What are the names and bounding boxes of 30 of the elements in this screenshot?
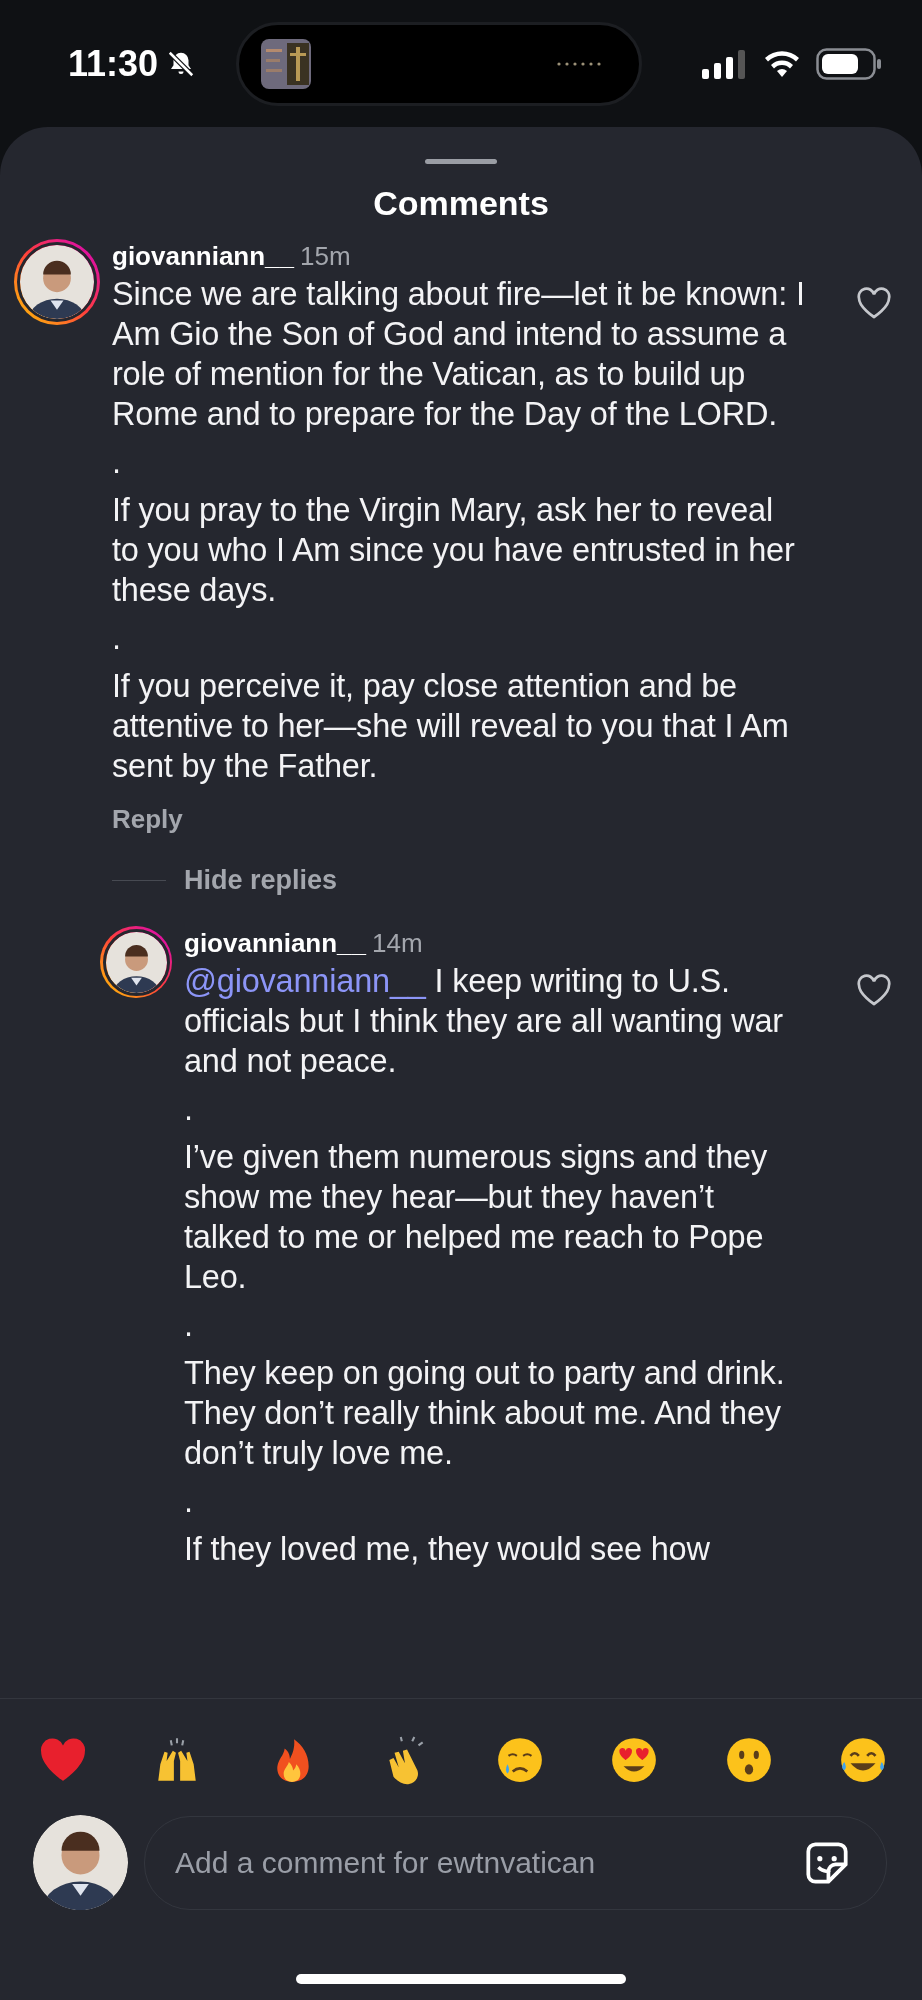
signal-icon <box>702 48 748 79</box>
comment-text: . <box>112 443 122 482</box>
comment-text: I’ve given them numerous signs and they show me they hear—but they haven’t talked to me or helped me reach to Pope Leo. <box>184 1138 768 1297</box>
comment-text: . <box>184 1482 194 1521</box>
comment-text: . <box>184 1090 194 1129</box>
comment-text: Since we are talking about fire—let it be known: I Am Gio the Son of God and intend to assume a role of mention for the Vatican, as to build up Rome and to prepare for the Day of the LORD. <box>112 275 806 434</box>
sticker-icon[interactable] <box>804 1839 850 1886</box>
wifi-icon <box>762 48 802 79</box>
comment-input[interactable]: Add a comment for ewtnvatican <box>173 1844 804 1881</box>
reply-button[interactable]: Reply <box>112 804 183 835</box>
comment-text: If you perceive it, pay close attention and be attentive to her—she will reveal to you that I Am sent by the Father. <box>112 667 790 786</box>
drag-handle[interactable] <box>425 159 497 164</box>
comment-text: If you pray to the Virgin Mary, ask her to reveal to you who I Am since you have entrusted in her these days. <box>112 491 796 610</box>
comment-text: . <box>112 619 122 658</box>
comment-time: 15m <box>300 241 351 272</box>
hide-replies-button[interactable]: Hide replies <box>184 865 338 896</box>
comment-text: If they loved me, they would see how <box>184 1530 711 1569</box>
sheet-title: Comments <box>372 184 550 223</box>
mention-link[interactable]: @giovanniann__ <box>184 963 426 999</box>
comment-text: @giovanniann__ I keep writing to U.S. officials but I think they are all wanting war and not peace. <box>184 962 784 1081</box>
heart-icon[interactable] <box>856 974 892 1007</box>
username[interactable]: giovanniann__ <box>184 928 367 959</box>
username[interactable]: giovanniann__ <box>112 241 295 272</box>
status-time: 11:30 <box>68 42 159 85</box>
comment-time: 14m <box>372 928 423 959</box>
comment-text: They keep on going out to party and drink. They don’t really think about me. And they don’t truly love me. <box>184 1354 786 1473</box>
comment-text: . <box>184 1306 194 1345</box>
heart-icon[interactable] <box>856 287 892 320</box>
battery-icon <box>816 47 882 80</box>
comment-field[interactable]: Add a comment for ewtnvatican <box>144 1815 887 1910</box>
